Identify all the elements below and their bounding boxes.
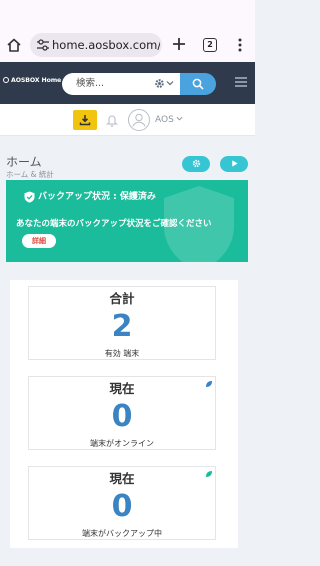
avatar[interactable] [128,109,150,131]
tune-icon[interactable] [36,38,50,52]
stat-label: 端末がバックアップ中 [82,529,162,538]
bottom-edge [0,548,255,566]
logo-mark-icon [3,77,9,83]
stat-card-total: 合計 2 有効 端末 [28,286,216,360]
page-title: ホーム [6,155,42,169]
stats-panel: 合計 2 有効 端末 現在 0 端末がオンライン 現在 0 端末がバックアップ中 [10,280,238,566]
tabs-count-button[interactable]: 2 [203,38,217,52]
plus-icon[interactable] [172,37,186,51]
bell-icon[interactable] [106,113,118,127]
settings-button[interactable] [182,156,210,172]
user-menu[interactable]: AOS [155,114,183,126]
stat-value: 2 [111,309,133,344]
details-button[interactable]: 詳細 [22,234,56,248]
stat-value: 0 [111,399,133,434]
app-header: AOSBOX Home 検索... [0,62,255,104]
stat-card-online: 現在 0 端末がオンライン [28,376,216,450]
user-name: AOS [155,115,174,125]
backup-status-text: バックアップ状況 : 保護済み [38,192,156,202]
stat-label: 有効 端末 [104,349,140,358]
shield-check-icon [24,191,35,203]
backup-status-banner: バックアップ状況 : 保護済み あなたの端末のバックアップ状況をご確認ください … [6,180,248,262]
stat-title: 現在 [109,381,135,396]
search-button[interactable] [180,73,216,95]
logo[interactable]: AOSBOX Home [3,77,61,84]
play-button[interactable] [220,156,248,172]
download-button[interactable] [73,110,97,130]
gear-icon [192,159,201,168]
stat-value: 0 [111,489,133,524]
stat-card-backing-up: 現在 0 端末がバックアップ中 [28,466,216,540]
hamburger-icon[interactable] [235,77,247,87]
stat-title: 合計 [109,291,135,306]
logo-text: AOSBOX Home [11,77,62,84]
home-icon[interactable] [6,37,22,53]
search-placeholder: 検索... [76,78,105,89]
breadcrumb: ホーム & 統計 [6,170,54,179]
user-toolbar: AOS [0,104,255,136]
stat-label: 端末がオンライン [90,439,154,448]
avatar-icon [132,113,146,127]
download-icon [79,115,91,126]
backup-message: あなたの端末のバックアップ状況をご確認ください [16,219,212,229]
play-icon [232,160,238,167]
search-input[interactable]: 検索... [62,73,180,95]
chevron-down-icon[interactable] [166,79,174,87]
more-vertical-icon[interactable] [235,37,245,53]
address-bar[interactable]: home.aosbox.com/Dash [30,33,162,57]
stat-title: 現在 [109,471,135,486]
chevron-down-icon [176,116,183,121]
gear-icon[interactable] [154,78,165,89]
search-icon [192,78,204,90]
url-text[interactable]: home.aosbox.com/Dash [52,37,160,53]
